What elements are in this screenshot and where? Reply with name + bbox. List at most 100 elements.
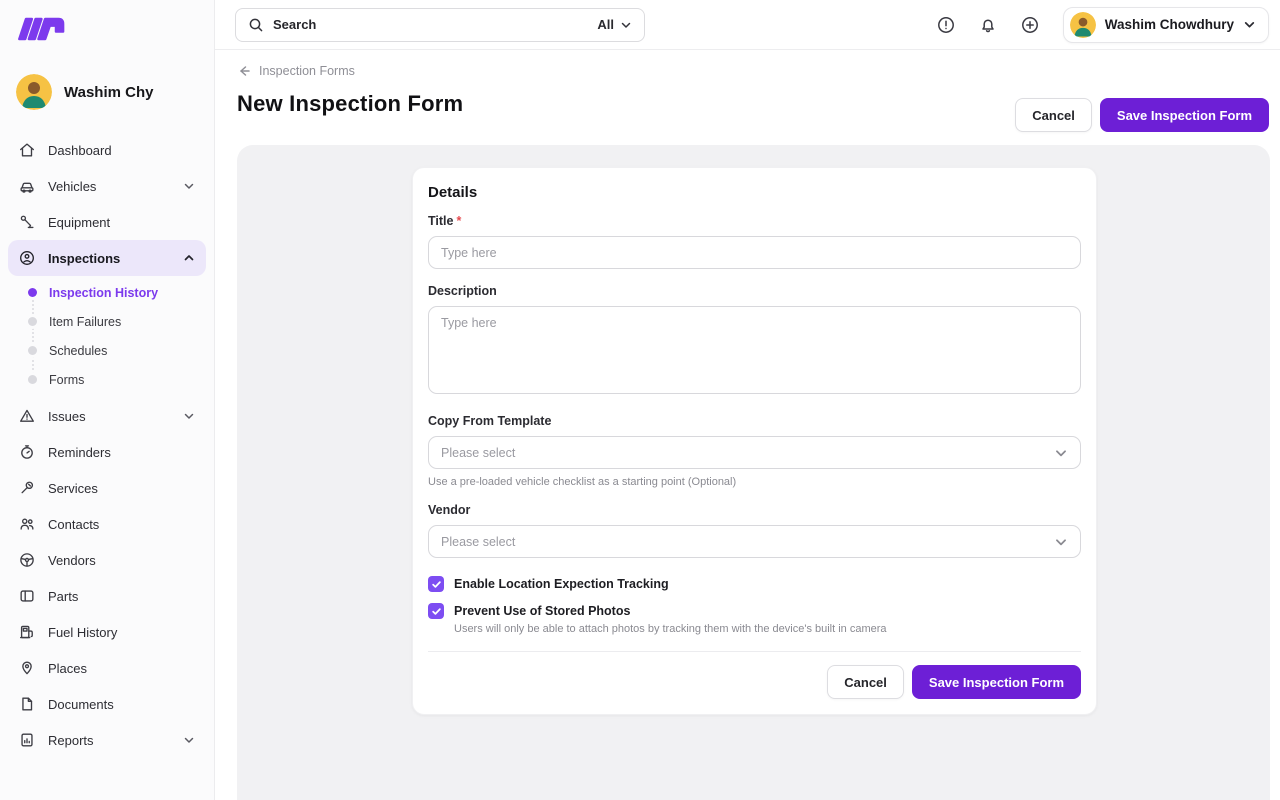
save-inspection-form-button[interactable]: Save Inspection Form (1100, 98, 1269, 132)
active-dot-icon (28, 288, 37, 297)
sidebar-subitem-label: Schedules (49, 344, 107, 358)
sidebar-item-inspections[interactable]: Inspections (8, 240, 206, 276)
sidebar-item-vehicles[interactable]: Vehicles (8, 168, 206, 204)
alert-circle-icon (936, 15, 956, 35)
sidebar-item-label: Dashboard (48, 143, 196, 158)
add-button[interactable] (1013, 8, 1047, 42)
search-icon (248, 17, 264, 33)
inspection-form-card: Details Title* Description Copy From Tem… (412, 167, 1097, 715)
topbar-user-name: Washim Chowdhury (1105, 17, 1234, 32)
warning-triangle-icon (18, 407, 36, 425)
sidebar-item-services[interactable]: Services (8, 470, 206, 506)
location-tracking-label[interactable]: Enable Location Expection Tracking (454, 577, 669, 591)
search-box[interactable]: All (235, 8, 645, 42)
sidebar-item-label: Places (48, 661, 196, 676)
report-icon (18, 731, 36, 749)
topbar-actions: Washim Chowdhury (929, 7, 1269, 43)
search-scope-dropdown[interactable]: All (597, 17, 632, 32)
sidebar-item-label: Services (48, 481, 196, 496)
form-actions: Cancel Save Inspection Form (428, 665, 1081, 699)
people-icon (18, 515, 36, 533)
sidebar-item-reminders[interactable]: Reminders (8, 434, 206, 470)
search-input[interactable] (273, 17, 588, 32)
sidebar-subitem-forms[interactable]: Forms (16, 365, 198, 394)
stored-photos-row: Prevent Use of Stored Photos (428, 603, 1081, 619)
breadcrumb[interactable]: Inspection Forms (237, 64, 355, 78)
divider (428, 651, 1081, 652)
dot-icon (28, 375, 37, 384)
stored-photos-checkbox[interactable] (428, 603, 444, 619)
sidebar-subitem-label: Inspection History (49, 286, 158, 300)
sidebar: Washim Chy Dashboard Vehicles (0, 0, 215, 800)
check-icon (431, 606, 442, 617)
sidebar-item-label: Vendors (48, 553, 196, 568)
alerts-button[interactable] (929, 8, 963, 42)
inspections-icon (18, 249, 36, 267)
notifications-button[interactable] (971, 8, 1005, 42)
chevron-up-icon (182, 252, 196, 264)
page-header: Inspection Forms New Inspection Form Can… (215, 50, 1280, 145)
cancel-button[interactable]: Cancel (1015, 98, 1092, 132)
sidebar-user-name: Washim Chy (64, 84, 153, 101)
sidebar-subitem-label: Forms (49, 373, 84, 387)
sidebar-item-fuel-history[interactable]: Fuel History (8, 614, 206, 650)
location-tracking-checkbox[interactable] (428, 576, 444, 592)
location-tracking-row: Enable Location Expection Tracking (428, 576, 1081, 592)
arrow-left-icon (237, 64, 251, 78)
search-scope-label: All (597, 17, 614, 32)
chevron-down-icon (182, 180, 196, 192)
sidebar-item-contacts[interactable]: Contacts (8, 506, 206, 542)
sidebar-item-label: Fuel History (48, 625, 196, 640)
sidebar-item-parts[interactable]: Parts (8, 578, 206, 614)
description-input[interactable] (428, 306, 1081, 394)
avatar (1070, 12, 1096, 38)
header-actions: Cancel Save Inspection Form (1015, 98, 1269, 132)
sidebar-item-label: Reports (48, 733, 170, 748)
check-icon (431, 579, 442, 590)
cancel-button[interactable]: Cancel (827, 665, 904, 699)
map-pin-icon (18, 659, 36, 677)
home-icon (18, 141, 36, 159)
breadcrumb-label: Inspection Forms (259, 64, 355, 78)
clock-icon (18, 443, 36, 461)
sidebar-item-label: Inspections (48, 251, 170, 266)
equipment-icon (18, 213, 36, 231)
sidebar-subitem-schedules[interactable]: Schedules (16, 336, 198, 365)
chevron-down-icon (620, 19, 632, 31)
chevron-down-icon (1243, 18, 1256, 31)
brand-logo[interactable] (0, 10, 214, 56)
sidebar-nav: Dashboard Vehicles (0, 130, 214, 758)
content-panel: Details Title* Description Copy From Tem… (237, 145, 1270, 800)
sidebar-subitem-inspection-history[interactable]: Inspection History (16, 278, 198, 307)
field-label-text: Title (428, 214, 453, 228)
save-inspection-form-button[interactable]: Save Inspection Form (912, 665, 1081, 699)
select-placeholder: Please select (441, 446, 515, 460)
vehicle-icon (18, 177, 36, 195)
checkbox-group: Enable Location Expection Tracking Preve… (428, 576, 1081, 635)
sidebar-item-documents[interactable]: Documents (8, 686, 206, 722)
vendor-select[interactable]: Please select (428, 525, 1081, 558)
app-window: Washim Chy Dashboard Vehicles (0, 0, 1280, 800)
sidebar-item-places[interactable]: Places (8, 650, 206, 686)
copy-from-template-select[interactable]: Please select (428, 436, 1081, 469)
sidebar-item-dashboard[interactable]: Dashboard (8, 132, 206, 168)
panel-icon (18, 587, 36, 605)
sidebar-item-label: Equipment (48, 215, 196, 230)
dot-icon (28, 317, 37, 326)
sidebar-user-profile[interactable]: Washim Chy (0, 56, 214, 130)
sidebar-item-label: Vehicles (48, 179, 170, 194)
sidebar-item-vendors[interactable]: Vendors (8, 542, 206, 578)
sidebar-subitem-item-failures[interactable]: Item Failures (16, 307, 198, 336)
sidebar-subitem-label: Item Failures (49, 315, 121, 329)
title-field-label: Title* (428, 214, 1081, 228)
select-placeholder: Please select (441, 535, 515, 549)
stored-photos-label[interactable]: Prevent Use of Stored Photos (454, 604, 630, 618)
plus-circle-icon (1020, 15, 1040, 35)
sidebar-item-reports[interactable]: Reports (8, 722, 206, 758)
inspections-subnav: Inspection History Item Failures Schedul… (8, 276, 206, 398)
sidebar-item-issues[interactable]: Issues (8, 398, 206, 434)
sidebar-item-equipment[interactable]: Equipment (8, 204, 206, 240)
sidebar-item-label: Reminders (48, 445, 196, 460)
title-input[interactable] (428, 236, 1081, 269)
user-menu[interactable]: Washim Chowdhury (1063, 7, 1269, 43)
